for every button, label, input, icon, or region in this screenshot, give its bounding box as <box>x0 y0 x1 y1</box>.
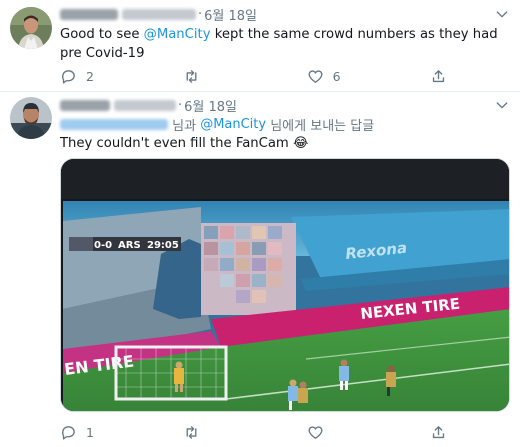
avatar[interactable] <box>10 7 52 49</box>
like-icon <box>308 69 323 83</box>
reply-icon <box>62 425 75 440</box>
reply-button[interactable]: 2 <box>60 66 120 86</box>
share-button[interactable] <box>430 66 450 86</box>
reply-count: 1 <box>86 424 94 440</box>
mention-link[interactable]: @ManCity <box>144 27 211 42</box>
tweet-1[interactable]: · 6월 18일 Good to see @ManCity kept the s… <box>0 0 520 92</box>
author-name-redacted[interactable] <box>60 100 110 111</box>
replying-to: 님과 @ManCity 님에게 보내는 답글 <box>60 115 374 134</box>
tweet-header: · 6월 18일 <box>60 5 257 24</box>
tweet-media-photo[interactable]: 0-0 ARS 29:05 Rexona NEXEN TIRE EN TIRE <box>60 158 510 412</box>
avatar[interactable] <box>10 97 52 139</box>
tweet-text: Good to see @ManCity kept the same crowd… <box>60 27 498 61</box>
replied-user-redacted[interactable] <box>60 119 168 130</box>
retweet-icon <box>186 425 197 439</box>
like-button[interactable]: 6 <box>307 66 367 86</box>
author-name-redacted[interactable] <box>60 9 118 20</box>
tweet-date[interactable]: 6월 18일 <box>184 96 237 115</box>
tweet-date[interactable]: 6월 18일 <box>204 5 257 24</box>
more-options-button[interactable] <box>492 5 512 23</box>
more-icon <box>496 102 508 109</box>
retweet-button[interactable] <box>183 66 243 86</box>
tweet-header: · 6월 18일 <box>60 96 237 115</box>
like-button[interactable] <box>307 422 367 442</box>
mention-link[interactable]: @ManCity <box>200 117 266 132</box>
share-button[interactable] <box>430 422 450 442</box>
author-handle-redacted[interactable] <box>114 100 176 111</box>
reply-count: 2 <box>86 68 94 84</box>
tweet-text: They couldn't even fill the FanCam 😂 <box>60 136 309 151</box>
retweet-icon <box>186 69 197 83</box>
share-icon <box>432 69 445 82</box>
tweet-actions: 1 <box>60 422 450 442</box>
reply-button[interactable]: 1 <box>60 422 120 442</box>
reply-icon <box>62 69 75 84</box>
share-icon <box>432 425 445 438</box>
retweet-button[interactable] <box>183 422 243 442</box>
author-handle-redacted[interactable] <box>122 9 196 20</box>
fancam-photo: 0-0 ARS 29:05 Rexona NEXEN TIRE EN TIRE <box>61 159 509 411</box>
more-icon <box>496 11 508 18</box>
tweet-actions: 2 6 <box>60 66 450 86</box>
like-icon <box>308 425 323 439</box>
more-options-button[interactable] <box>492 96 512 114</box>
tweet-2[interactable]: · 6월 18일 님과 @ManCity 님에게 보내는 답글 They cou… <box>0 92 520 447</box>
like-count: 6 <box>332 68 341 84</box>
